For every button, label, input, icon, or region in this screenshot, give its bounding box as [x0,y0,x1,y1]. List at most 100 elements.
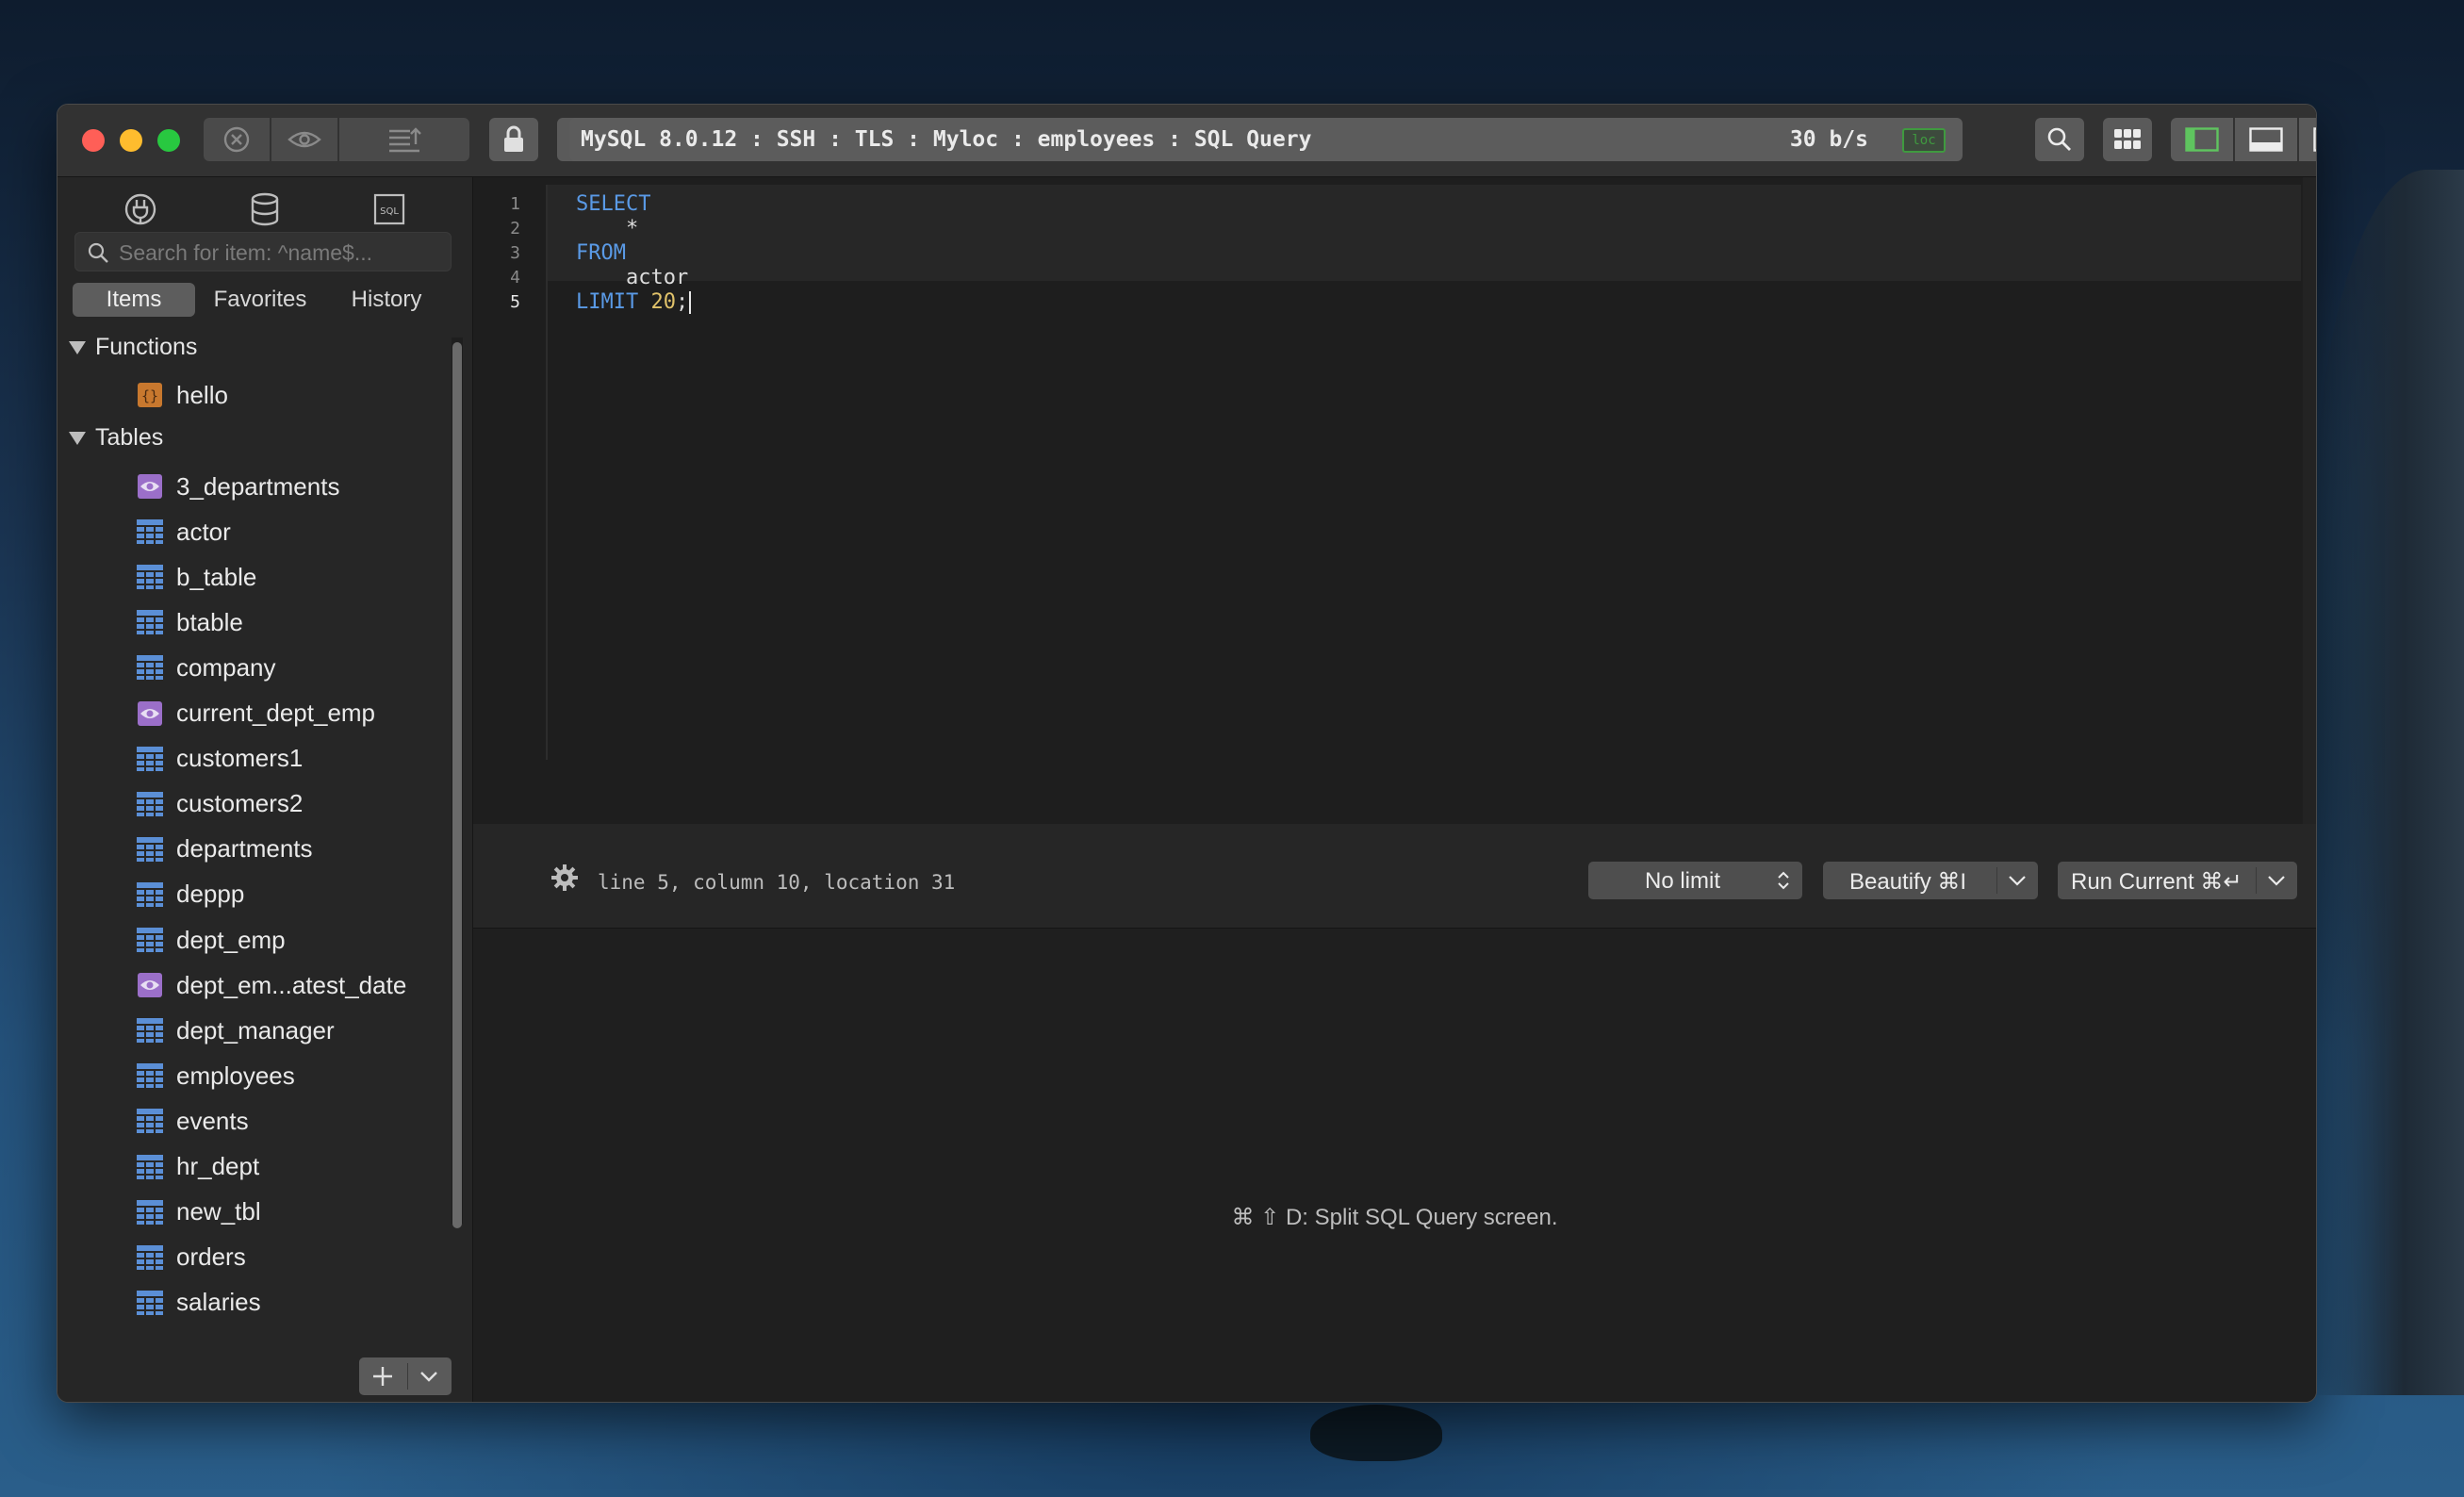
view-icon [137,474,163,499]
stop-query-button[interactable] [204,118,270,161]
section-functions[interactable]: Functions [69,334,197,361]
list-item[interactable]: b_table [137,558,256,596]
table-icon [137,1109,163,1134]
list-item[interactable]: departments [137,831,313,868]
transfer-rate: 30 b/s [1789,127,1868,152]
database-tab-button[interactable] [244,189,286,230]
editor-status-bar: line 5, column 10, location 31 No limit … [473,824,2316,929]
list-item[interactable]: customers1 [137,740,303,778]
sidebar-scrollbar[interactable] [452,342,462,1228]
toggle-bottom-panel-button[interactable] [2235,118,2297,161]
grid-view-button[interactable] [2103,118,2152,161]
table-icon [137,1154,163,1179]
left-panel-icon [2185,127,2219,152]
list-item[interactable]: customers2 [137,785,303,823]
run-current-label: Run Current ⌘↵ [2071,869,2242,895]
close-window-button[interactable] [82,129,105,152]
divider [2256,867,2257,894]
svg-text:{}: {} [141,387,158,404]
table-icon [137,881,163,907]
item-label: orders [176,1242,246,1272]
editor-scrollbar[interactable] [2303,177,2316,824]
item-label: new_tbl [176,1197,261,1226]
tab-favorites[interactable]: Favorites [199,283,321,317]
line-number: 2 [510,219,520,239]
cursor-position: line 5, column 10, location 31 [598,871,956,894]
line-number: 5 [510,292,520,312]
list-item[interactable]: dept_manager [137,1012,335,1049]
text-caret [689,291,692,314]
commit-button[interactable] [339,118,469,161]
list-item[interactable]: deppp [137,876,244,913]
sql-editor[interactable]: 1 SELECT 2 * 3 FROM 4 actor 5 LIMIT 20; [473,177,2316,824]
code-token: actor [576,266,689,289]
list-item[interactable]: {} hello [137,376,228,414]
list-item[interactable]: events [137,1102,249,1140]
toggle-left-panel-button[interactable] [2171,118,2233,161]
section-label: Functions [95,334,198,360]
list-item[interactable]: current_dept_emp [137,695,375,732]
view-icon [137,700,163,726]
item-label: employees [176,1061,295,1090]
lock-icon [504,125,523,152]
table-icon [137,565,163,590]
list-item[interactable]: orders [137,1239,246,1276]
list-item[interactable]: actor [137,513,231,551]
list-item[interactable]: 3_departments [137,468,339,505]
code-line: SELECT [576,192,650,216]
code-token: FROM [576,241,626,265]
connection-bar: MySQL 8.0.12 : SSH : TLS : Myloc : emplo… [569,118,1963,161]
line-number: 3 [510,243,520,263]
table-icon [137,928,163,952]
limit-select[interactable]: No limit [1588,862,1802,899]
list-item[interactable]: company [137,649,276,686]
desktop-wallpaper-island [1310,1405,1442,1461]
preview-button[interactable] [271,118,337,161]
item-label: 3_departments [176,471,340,501]
tab-items[interactable]: Items [73,283,195,317]
item-label: salaries [176,1288,261,1317]
search-icon [88,242,108,263]
list-item[interactable]: dept_em...atest_date [137,966,406,1004]
list-item[interactable]: salaries [137,1284,261,1322]
list-item[interactable]: btable [137,603,243,641]
list-item[interactable]: employees [137,1057,295,1094]
item-label: dept_emp [176,925,286,954]
svg-text:SQL: SQL [380,206,399,217]
lock-button[interactable] [489,118,538,161]
chevron-down-icon[interactable] [2008,874,2027,887]
plug-icon [124,193,156,225]
zoom-window-button[interactable] [157,129,180,152]
toggle-right-panel-button[interactable] [2299,118,2316,161]
beautify-button[interactable]: Beautify ⌘I [1823,862,2038,899]
add-item-button[interactable] [359,1357,452,1395]
code-token: LIMIT [576,290,651,314]
section-tables[interactable]: Tables [69,424,163,452]
line-number: 4 [510,268,520,288]
item-label: deppp [176,880,245,909]
divider [1996,867,1997,894]
search-button[interactable] [2035,118,2084,161]
connection-tab-button[interactable] [120,189,161,230]
gear-icon[interactable] [550,864,579,892]
chevron-down-icon[interactable] [2267,874,2286,887]
run-current-button[interactable]: Run Current ⌘↵ [2058,862,2297,899]
sql-tab-button[interactable]: SQL [369,189,410,230]
list-item[interactable]: new_tbl [137,1193,261,1231]
item-label: events [176,1106,249,1135]
item-label: current_dept_emp [176,699,376,727]
stop-circle-icon [223,126,250,153]
item-label: company [176,652,276,682]
table-icon [137,1063,163,1089]
list-upload-icon [389,127,421,153]
minimize-window-button[interactable] [120,129,142,152]
item-label: customers1 [176,744,304,773]
list-item[interactable]: hr_dept [137,1148,259,1186]
item-label: departments [176,834,313,864]
table-icon [137,836,163,862]
search-input[interactable]: Search for item: ^name$... [74,232,452,271]
list-item[interactable]: dept_emp [137,921,286,959]
table-icon [137,1018,163,1044]
item-label: dept_manager [176,1015,335,1045]
tab-history[interactable]: History [325,283,448,317]
